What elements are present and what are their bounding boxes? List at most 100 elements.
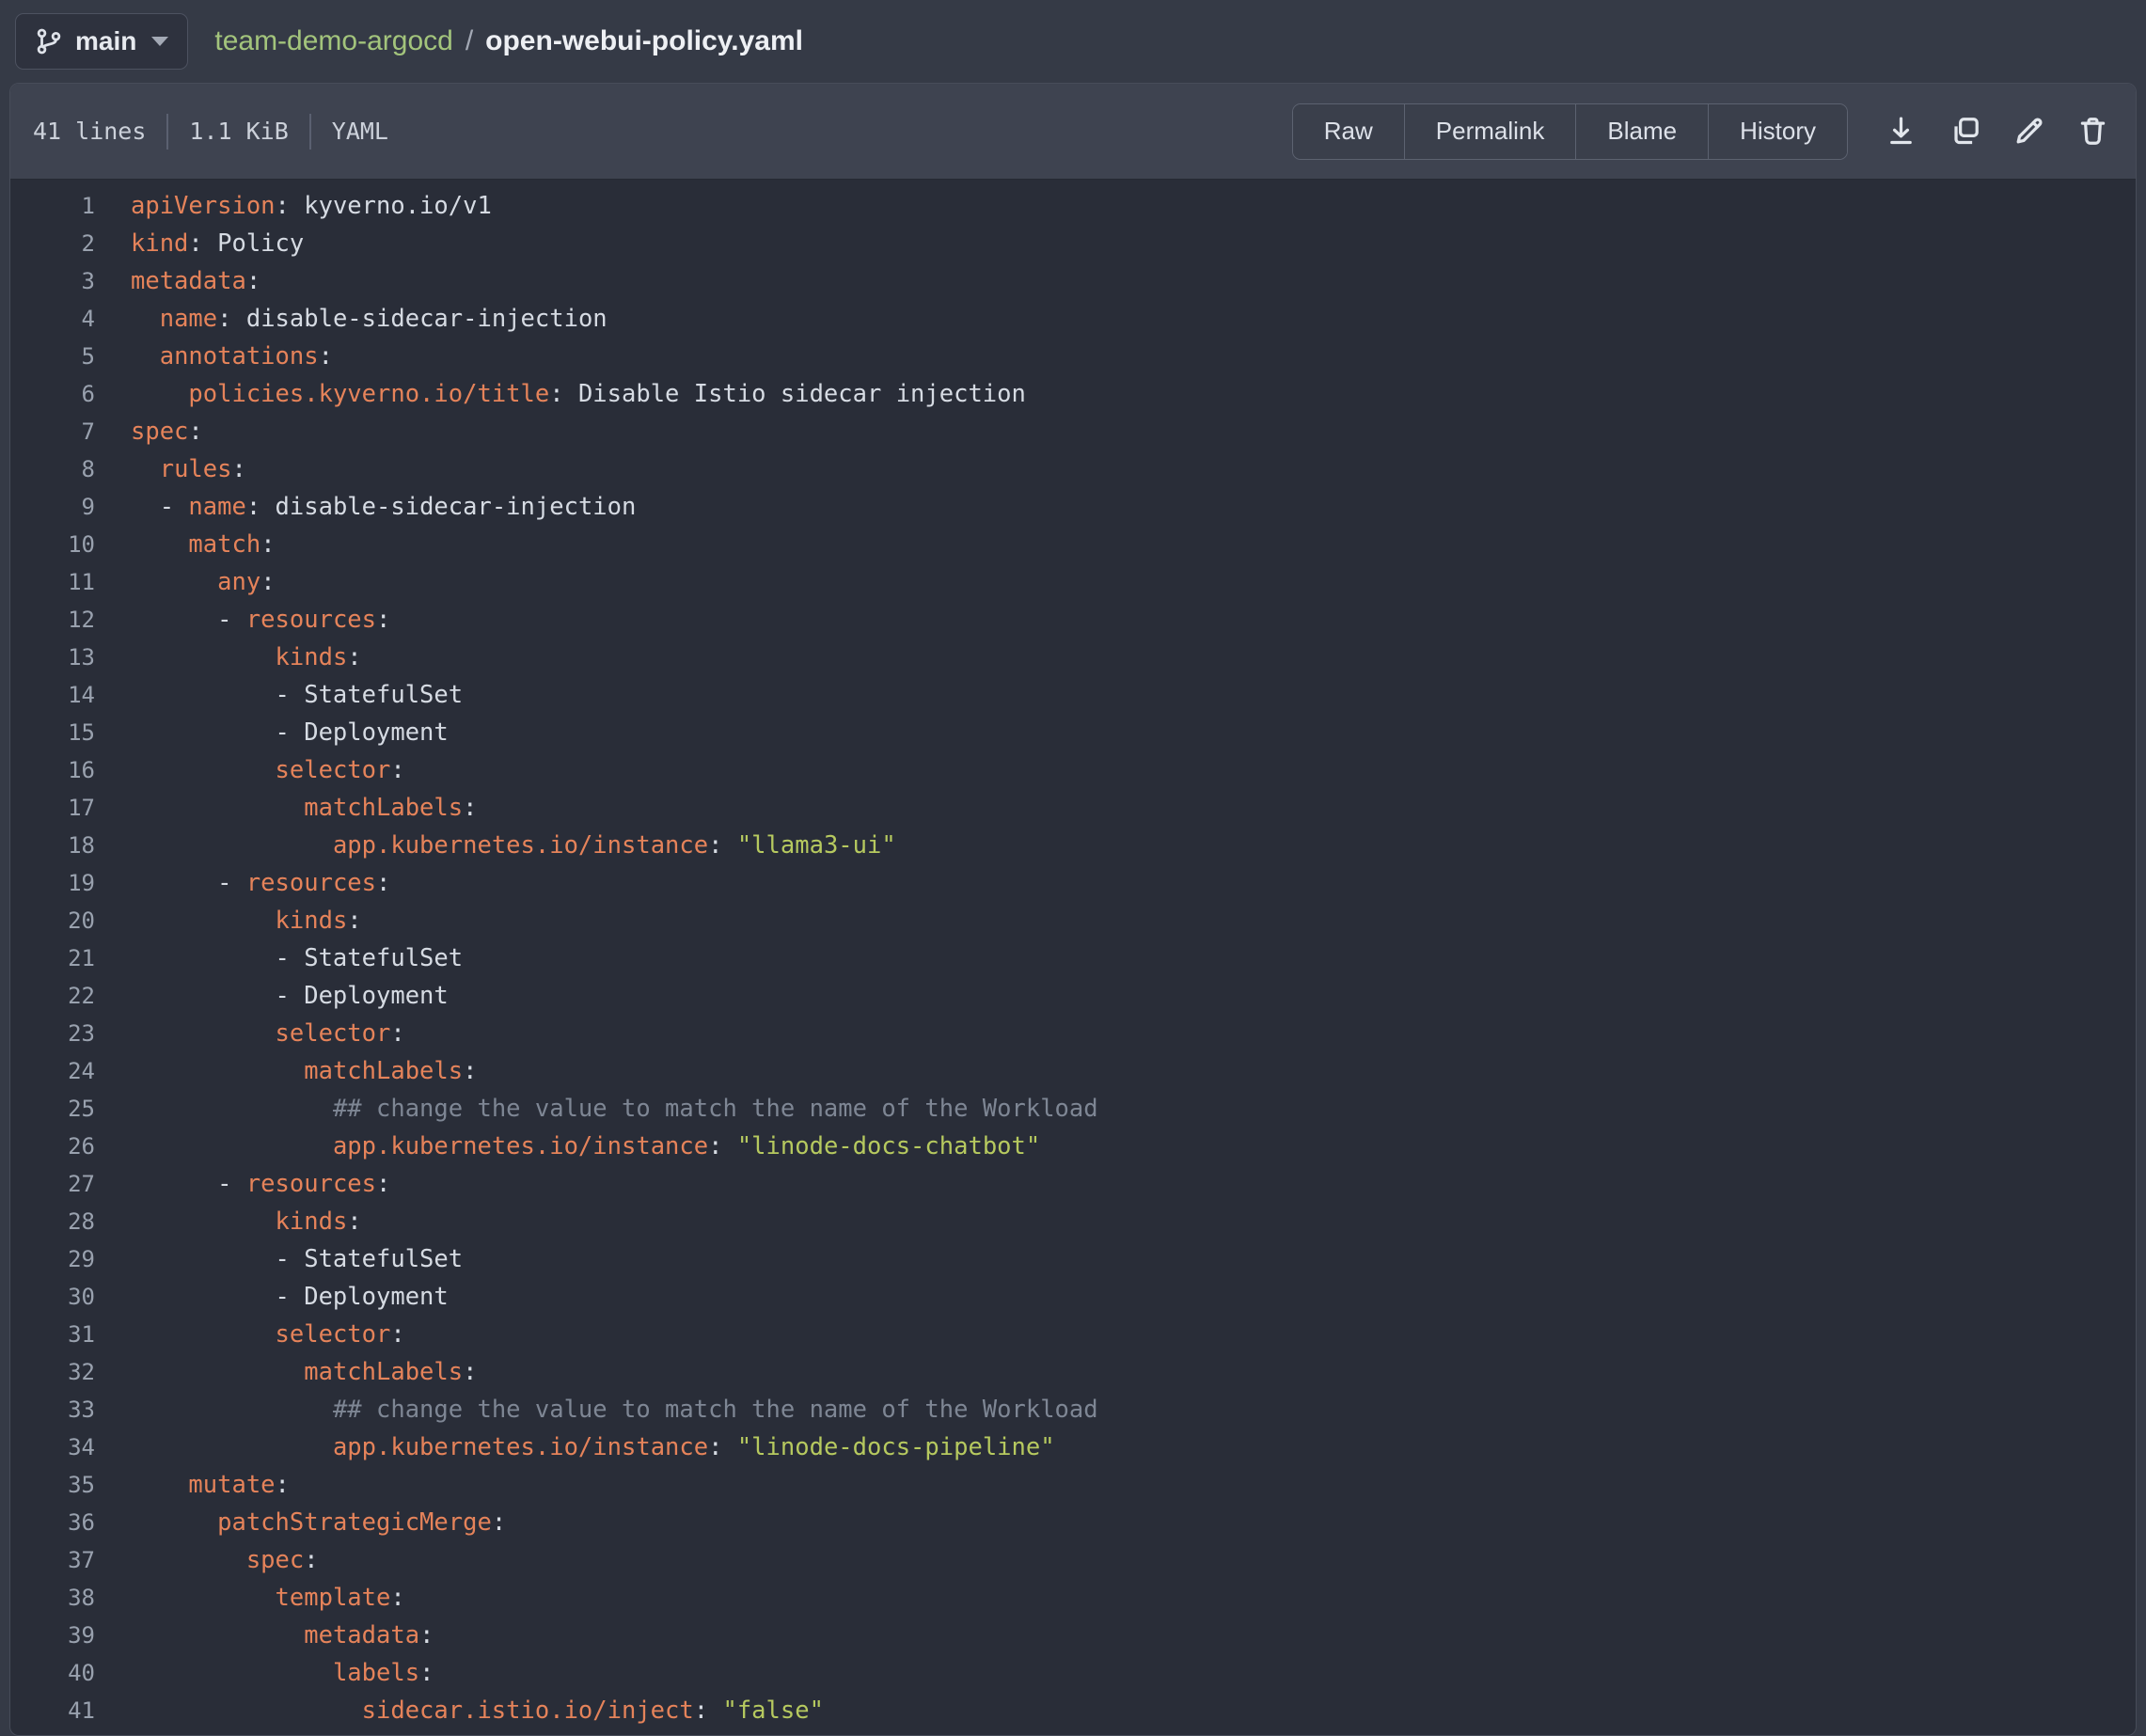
code-line: 4 name: disable-sidecar-injection: [10, 300, 2136, 338]
code-line: 25 ## change the value to match the name…: [10, 1090, 2136, 1128]
file-meta: 41 lines 1.1 KiB YAML: [33, 114, 388, 150]
download-button[interactable]: [1884, 113, 1921, 150]
history-button[interactable]: History: [1708, 104, 1847, 159]
code-line: 11 any:: [10, 563, 2136, 601]
line-number[interactable]: 27: [10, 1165, 95, 1203]
line-number[interactable]: 30: [10, 1278, 95, 1316]
raw-button[interactable]: Raw: [1293, 104, 1404, 159]
line-number[interactable]: 18: [10, 827, 95, 864]
line-number[interactable]: 23: [10, 1015, 95, 1052]
line-number[interactable]: 41: [10, 1692, 95, 1729]
line-number[interactable]: 20: [10, 902, 95, 939]
code-line-text: selector:: [95, 1015, 405, 1052]
code-line: 26 app.kubernetes.io/instance: "linode-d…: [10, 1128, 2136, 1165]
permalink-button[interactable]: Permalink: [1404, 104, 1576, 159]
code-line-text: - Deployment: [95, 714, 449, 751]
line-number[interactable]: 26: [10, 1128, 95, 1165]
code-line-text: labels:: [95, 1654, 434, 1692]
line-number[interactable]: 15: [10, 714, 95, 751]
code-line-text: match:: [95, 526, 276, 563]
code-line-text: policies.kyverno.io/title: Disable Istio…: [95, 375, 1026, 413]
line-number[interactable]: 36: [10, 1504, 95, 1541]
file-header: 41 lines 1.1 KiB YAML Raw Permalink Blam…: [10, 84, 2136, 180]
line-number[interactable]: 10: [10, 526, 95, 563]
breadcrumb-file-name: open-webui-policy.yaml: [485, 25, 803, 57]
blame-button[interactable]: Blame: [1575, 104, 1708, 159]
code-line: 2kind: Policy: [10, 225, 2136, 262]
code-line: 6 policies.kyverno.io/title: Disable Ist…: [10, 375, 2136, 413]
line-number[interactable]: 32: [10, 1353, 95, 1391]
code-line: 41 sidecar.istio.io/inject: "false": [10, 1692, 2136, 1729]
line-number[interactable]: 5: [10, 338, 95, 375]
branch-selector[interactable]: main: [15, 13, 188, 70]
code-view: 1apiVersion: kyverno.io/v12kind: Policy3…: [10, 180, 2136, 1735]
line-number[interactable]: 1: [10, 187, 95, 225]
code-line-text: matchLabels:: [95, 1353, 477, 1391]
code-line: 28 kinds:: [10, 1203, 2136, 1240]
line-number[interactable]: 31: [10, 1316, 95, 1353]
code-line-text: kinds:: [95, 902, 362, 939]
code-line-text: - name: disable-sidecar-injection: [95, 488, 636, 526]
code-line: 40 labels:: [10, 1654, 2136, 1692]
line-number[interactable]: 35: [10, 1466, 95, 1504]
code-line-text: kinds:: [95, 1203, 362, 1240]
code-line-text: annotations:: [95, 338, 333, 375]
top-bar: main team-demo-argocd / open-webui-polic…: [0, 0, 2146, 83]
code-line: 31 selector:: [10, 1316, 2136, 1353]
line-number[interactable]: 40: [10, 1654, 95, 1692]
line-number[interactable]: 2: [10, 225, 95, 262]
code-line-text: - resources:: [95, 601, 390, 639]
code-line: 39 metadata:: [10, 1617, 2136, 1654]
file-actions: Raw Permalink Blame History: [1292, 103, 2113, 160]
line-number[interactable]: 38: [10, 1579, 95, 1617]
line-number[interactable]: 14: [10, 676, 95, 714]
code-line-text: - Deployment: [95, 1278, 449, 1316]
branch-name: main: [75, 26, 136, 56]
line-number[interactable]: 4: [10, 300, 95, 338]
line-number[interactable]: 6: [10, 375, 95, 413]
line-number[interactable]: 37: [10, 1541, 95, 1579]
line-number[interactable]: 24: [10, 1052, 95, 1090]
line-number[interactable]: 19: [10, 864, 95, 902]
code-line: 5 annotations:: [10, 338, 2136, 375]
line-number[interactable]: 12: [10, 601, 95, 639]
file-size: 1.1 KiB: [189, 118, 288, 145]
code-line-text: - StatefulSet: [95, 1240, 463, 1278]
line-number[interactable]: 16: [10, 751, 95, 789]
code-line: 24 matchLabels:: [10, 1052, 2136, 1090]
line-number[interactable]: 13: [10, 639, 95, 676]
line-number[interactable]: 33: [10, 1391, 95, 1428]
code-line-text: metadata:: [95, 1617, 434, 1654]
edit-button[interactable]: [2012, 113, 2049, 150]
copy-contents-button[interactable]: [1948, 113, 1985, 150]
line-number[interactable]: 8: [10, 450, 95, 488]
line-number[interactable]: 34: [10, 1428, 95, 1466]
code-line: 30 - Deployment: [10, 1278, 2136, 1316]
code-line-text: matchLabels:: [95, 1052, 477, 1090]
line-number[interactable]: 22: [10, 977, 95, 1015]
code-line-text: selector:: [95, 751, 405, 789]
line-number[interactable]: 21: [10, 939, 95, 977]
line-number[interactable]: 3: [10, 262, 95, 300]
line-number[interactable]: 28: [10, 1203, 95, 1240]
line-number[interactable]: 29: [10, 1240, 95, 1278]
trash-icon: [2075, 114, 2110, 149]
meta-divider: [166, 114, 168, 150]
code-line-text: apiVersion: kyverno.io/v1: [95, 187, 492, 225]
code-line-text: patchStrategicMerge:: [95, 1504, 506, 1541]
code-line-text: - Deployment: [95, 977, 449, 1015]
code-line-text: sidecar.istio.io/inject: "false": [95, 1692, 824, 1729]
line-number[interactable]: 39: [10, 1617, 95, 1654]
code-line-text: - resources:: [95, 1165, 390, 1203]
line-number[interactable]: 9: [10, 488, 95, 526]
breadcrumb-repo-link[interactable]: team-demo-argocd: [214, 25, 452, 57]
file-viewer: 41 lines 1.1 KiB YAML Raw Permalink Blam…: [9, 83, 2137, 1736]
code-line: 22 - Deployment: [10, 977, 2136, 1015]
line-number[interactable]: 11: [10, 563, 95, 601]
code-line: 19 - resources:: [10, 864, 2136, 902]
delete-button[interactable]: [2075, 113, 2113, 150]
meta-divider: [309, 114, 311, 150]
line-number[interactable]: 17: [10, 789, 95, 827]
line-number[interactable]: 25: [10, 1090, 95, 1128]
line-number[interactable]: 7: [10, 413, 95, 450]
